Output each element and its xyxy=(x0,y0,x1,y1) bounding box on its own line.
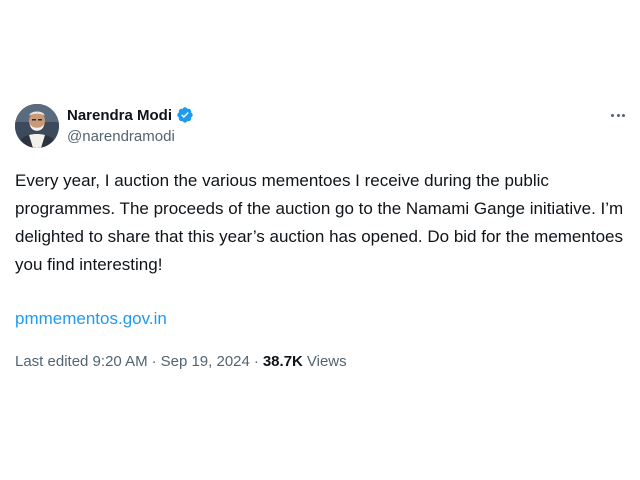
author-name[interactable]: Narendra Modi xyxy=(67,107,172,124)
views-count: 38.7K xyxy=(262,353,303,370)
tweet-text: Every year, I auction the various mement… xyxy=(15,171,628,274)
tweet-meta: Last edited 9:20 AM · Sep 19, 2024 · 38.… xyxy=(15,350,347,374)
avatar-image xyxy=(15,104,59,148)
author-handle[interactable]: @narendramodi xyxy=(67,128,175,145)
meta-separator: · xyxy=(151,353,157,370)
verified-badge-icon[interactable] xyxy=(176,106,194,124)
tweet-card: Narendra Modi @narendramodi Every year, … xyxy=(0,0,640,480)
author-row: Narendra Modi xyxy=(67,104,194,126)
views-label: Views xyxy=(306,353,347,370)
more-options-icon[interactable] xyxy=(603,104,633,126)
last-edited-timestamp[interactable]: Last edited 9:20 AM xyxy=(15,350,148,374)
avatar[interactable] xyxy=(15,104,59,148)
tweet-date[interactable]: Sep 19, 2024 xyxy=(161,350,250,374)
meta-separator: · xyxy=(253,353,259,370)
tweet-link[interactable]: pmmementos.gov.in xyxy=(15,305,167,333)
